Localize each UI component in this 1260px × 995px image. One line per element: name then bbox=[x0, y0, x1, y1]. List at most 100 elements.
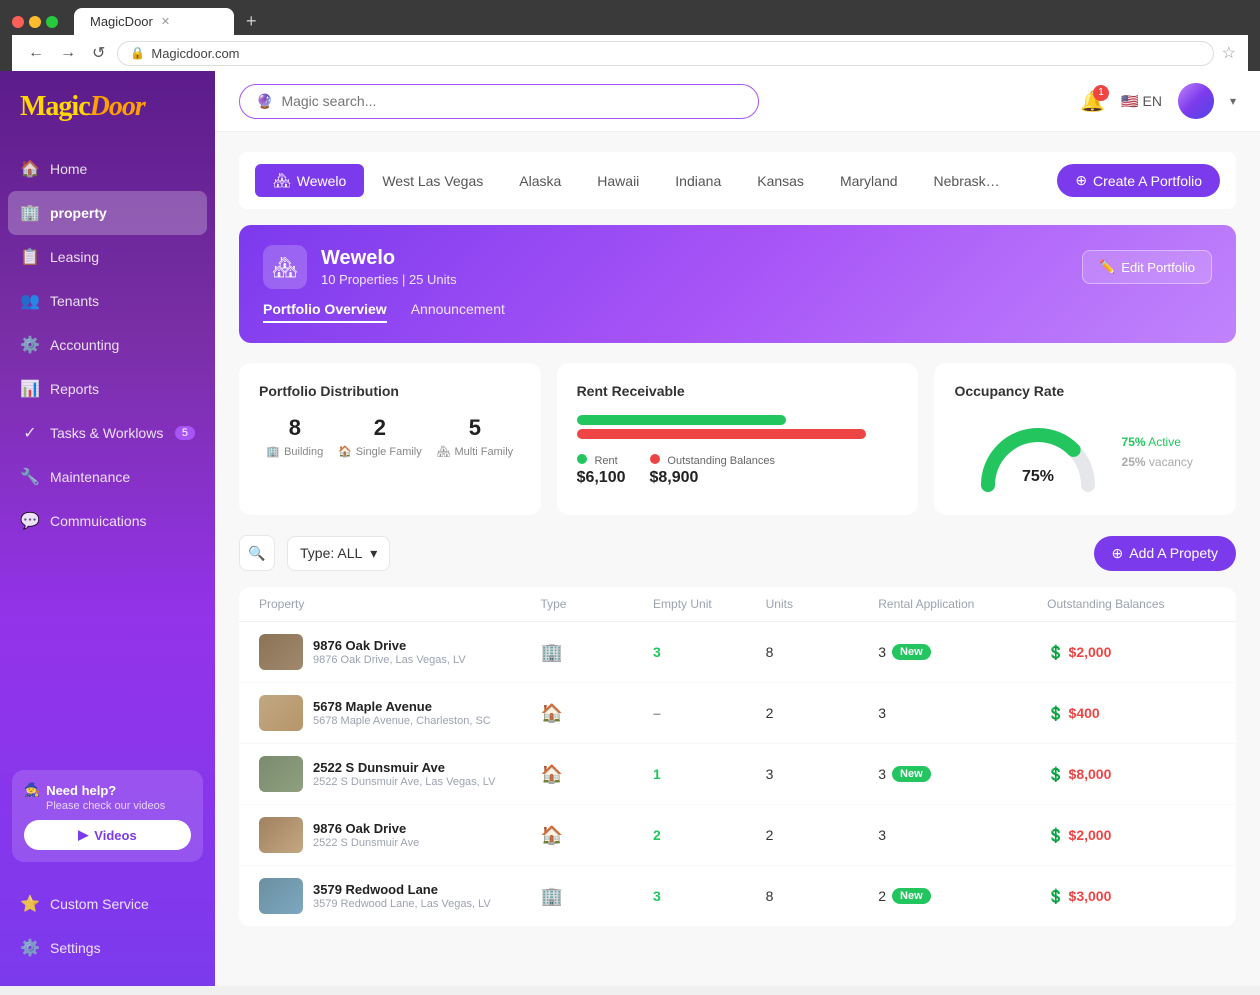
portfolio-tab-indiana[interactable]: Indiana bbox=[657, 165, 739, 197]
notifications-button[interactable]: 🔔 1 bbox=[1080, 89, 1105, 114]
minimize-dot[interactable] bbox=[29, 16, 41, 28]
sidebar-item-accounting[interactable]: ⚙️ Accounting bbox=[0, 323, 215, 367]
new-badge: New bbox=[892, 766, 931, 782]
property-address: 3579 Redwood Lane, Las Vegas, LV bbox=[313, 898, 491, 910]
search-input[interactable] bbox=[281, 93, 742, 109]
refresh-button[interactable]: ↺ bbox=[88, 39, 109, 67]
portfolio-tab-kansas[interactable]: Kansas bbox=[739, 165, 822, 197]
sidebar-item-custom-service[interactable]: ⭐ Custom Service bbox=[0, 882, 215, 926]
type-filter-select[interactable]: Type: ALL ▾ bbox=[287, 536, 390, 571]
table-row[interactable]: 9876 Oak Drive 2522 S Dunsmuir Ave 🏠 2 2… bbox=[239, 805, 1236, 866]
sidebar-item-tenants[interactable]: 👥 Tenants bbox=[0, 279, 215, 323]
add-property-button[interactable]: ⊕ Add A Propety bbox=[1094, 536, 1236, 571]
sidebar-item-leasing[interactable]: 📋 Leasing bbox=[0, 235, 215, 279]
bookmark-icon[interactable]: ☆ bbox=[1222, 43, 1236, 63]
user-dropdown-arrow[interactable]: ▾ bbox=[1230, 94, 1236, 108]
tasks-badge: 5 bbox=[175, 426, 195, 440]
sidebar-item-reports[interactable]: 📊 Reports bbox=[0, 367, 215, 411]
filter-search-button[interactable]: 🔍 bbox=[239, 535, 275, 571]
rent-dot-red bbox=[650, 454, 660, 464]
sidebar-item-label: Custom Service bbox=[50, 896, 149, 912]
property-table: Property Type Empty Unit Units Rental Ap… bbox=[239, 587, 1236, 927]
tab-close-icon[interactable]: ✕ bbox=[161, 15, 170, 28]
edit-portfolio-button[interactable]: ✏️ Edit Portfolio bbox=[1082, 250, 1212, 284]
portfolio-tab-alaska[interactable]: Alaska bbox=[501, 165, 579, 197]
header-rental-app: Rental Application bbox=[878, 597, 1047, 611]
tab-portfolio-overview[interactable]: Portfolio Overview bbox=[263, 301, 387, 323]
main-header: 🔮 🔔 1 🇺🇸 EN ▾ bbox=[215, 71, 1260, 132]
new-badge: New bbox=[892, 644, 931, 660]
forward-button[interactable]: → bbox=[56, 40, 80, 66]
new-tab-button[interactable]: + bbox=[246, 11, 257, 32]
browser-nav: ← → ↺ bbox=[24, 39, 109, 67]
rent-legend: Rent $6,100 Outstanding Balances $8,900 bbox=[577, 451, 899, 487]
dist-multi-value: 5 bbox=[437, 415, 514, 441]
url-bar[interactable]: 🔒 Magicdoor.com bbox=[117, 41, 1213, 66]
dist-single-value: 2 bbox=[338, 415, 422, 441]
header-empty-unit: Empty Unit bbox=[653, 597, 766, 611]
tab-announcement[interactable]: Announcement bbox=[411, 301, 505, 323]
browser-dots bbox=[12, 16, 58, 28]
portfolio-tab-west-las-vegas[interactable]: West Las Vegas bbox=[364, 165, 501, 197]
table-row[interactable]: 9876 Oak Drive 9876 Oak Drive, Las Vegas… bbox=[239, 622, 1236, 683]
type-icon: 🏢 bbox=[540, 886, 653, 907]
create-portfolio-button[interactable]: ⊕ Create A Portfolio bbox=[1057, 164, 1220, 197]
language-selector[interactable]: 🇺🇸 EN bbox=[1121, 93, 1162, 110]
main-content: 🏘 Wewelo West Las Vegas Alaska Hawaii In… bbox=[215, 132, 1260, 986]
search-bar[interactable]: 🔮 bbox=[239, 84, 759, 119]
select-chevron-icon: ▾ bbox=[370, 545, 377, 562]
balance-icon: 💲 bbox=[1047, 705, 1064, 722]
sidebar-item-tasks[interactable]: ✓ Tasks & Worklows 5 bbox=[0, 411, 215, 455]
user-avatar[interactable] bbox=[1178, 83, 1214, 119]
dist-single-label: 🏠 Single Family bbox=[338, 445, 422, 458]
sidebar-item-home[interactable]: 🏠 Home bbox=[0, 147, 215, 191]
settings-icon: ⚙️ bbox=[20, 938, 40, 958]
header-outstanding: Outstanding Balances bbox=[1047, 597, 1216, 611]
table-row[interactable]: 5678 Maple Avenue 5678 Maple Avenue, Cha… bbox=[239, 683, 1236, 744]
rent-legend-outstanding: Outstanding Balances $8,900 bbox=[650, 451, 776, 487]
maintenance-icon: 🔧 bbox=[20, 467, 40, 487]
sidebar-logo: MagicDoor bbox=[0, 71, 215, 139]
table-row[interactable]: 2522 S Dunsmuir Ave 2522 S Dunsmuir Ave,… bbox=[239, 744, 1236, 805]
close-dot[interactable] bbox=[12, 16, 24, 28]
address-bar: ← → ↺ 🔒 Magicdoor.com ☆ bbox=[12, 35, 1248, 71]
wizard-icon: 🧙 bbox=[24, 782, 40, 798]
portfolio-meta: 10 Properties | 25 Units bbox=[321, 272, 457, 287]
tab-title: MagicDoor bbox=[90, 14, 153, 29]
portfolio-tab-hawaii[interactable]: Hawaii bbox=[579, 165, 657, 197]
tasks-icon: ✓ bbox=[20, 423, 40, 443]
distribution-card: Portfolio Distribution 8 🏢 Building 2 bbox=[239, 363, 541, 515]
portfolio-tab-nebraska[interactable]: Nebrask… bbox=[916, 165, 1018, 197]
portfolio-tab-wewelo[interactable]: 🏘 Wewelo bbox=[255, 164, 364, 197]
maximize-dot[interactable] bbox=[46, 16, 58, 28]
portfolio-tab-maryland[interactable]: Maryland bbox=[822, 165, 916, 197]
header-units: Units bbox=[766, 597, 879, 611]
empty-unit-value: 3 bbox=[653, 888, 766, 904]
notification-badge: 1 bbox=[1093, 85, 1109, 101]
back-button[interactable]: ← bbox=[24, 40, 48, 66]
balance-icon: 💲 bbox=[1047, 766, 1064, 783]
property-info: 9876 Oak Drive 2522 S Dunsmuir Ave bbox=[259, 817, 540, 853]
browser-tab[interactable]: MagicDoor ✕ bbox=[74, 8, 234, 35]
avatar-image bbox=[1178, 83, 1214, 119]
videos-button[interactable]: ▶ Videos bbox=[24, 820, 191, 850]
property-address: 2522 S Dunsmuir Ave bbox=[313, 837, 419, 849]
type-icon: 🏠 bbox=[540, 825, 653, 846]
sidebar-item-property[interactable]: 🏢 property bbox=[8, 191, 207, 235]
add-property-icon: ⊕ bbox=[1112, 545, 1124, 562]
custom-service-icon: ⭐ bbox=[20, 894, 40, 914]
sidebar-item-settings[interactable]: ⚙️ Settings bbox=[0, 926, 215, 970]
property-thumbnail bbox=[259, 878, 303, 914]
occupancy-vacancy-label: 25% vacancy bbox=[1122, 455, 1193, 469]
wewelo-icon: 🏘 bbox=[273, 172, 291, 189]
stats-row: Portfolio Distribution 8 🏢 Building 2 bbox=[239, 363, 1236, 515]
sidebar-item-maintenance[interactable]: 🔧 Maintenance bbox=[0, 455, 215, 499]
sidebar-item-communications[interactable]: 💬 Commuications bbox=[0, 499, 215, 543]
home-icon: 🏠 bbox=[20, 159, 40, 179]
app-container: MagicDoor 🏠 Home 🏢 property 📋 Leasing 👥 … bbox=[0, 71, 1260, 986]
rental-app-value: 3 New bbox=[878, 766, 1047, 782]
occupancy-rate-card: Occupancy Rate 75% bbox=[934, 363, 1236, 515]
table-row[interactable]: 3579 Redwood Lane 3579 Redwood Lane, Las… bbox=[239, 866, 1236, 927]
property-name: 3579 Redwood Lane bbox=[313, 882, 491, 897]
header-type: Type bbox=[540, 597, 653, 611]
